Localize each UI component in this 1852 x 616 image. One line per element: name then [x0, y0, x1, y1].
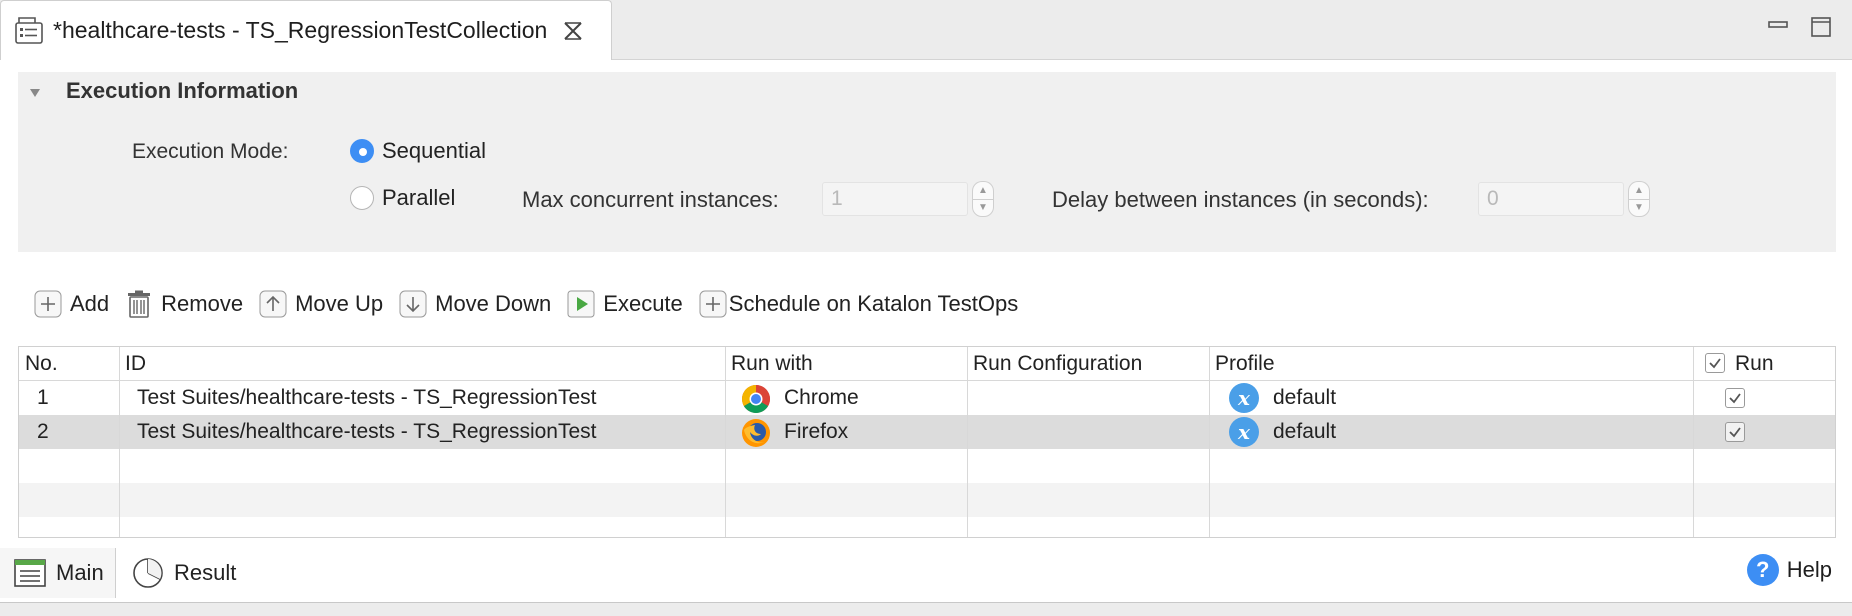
- sequential-radio-option[interactable]: Sequential: [350, 138, 486, 164]
- help-label: Help: [1786, 557, 1832, 582]
- add-label: Add: [70, 291, 110, 316]
- delay-label: Delay between instances (in seconds):: [1052, 187, 1429, 212]
- maximize-icon[interactable]: [1810, 16, 1832, 38]
- spinner-down-icon[interactable]: ▼: [1628, 198, 1650, 217]
- profile-name[interactable]: default: [1273, 381, 1336, 415]
- profile-name[interactable]: default: [1273, 415, 1336, 449]
- column-header-run-configuration[interactable]: Run Configuration: [967, 347, 1142, 381]
- close-icon[interactable]: [561, 19, 585, 43]
- firefox-icon: [742, 419, 770, 447]
- move-up-button[interactable]: Move Up: [259, 290, 383, 318]
- empty-row: [19, 483, 1835, 517]
- arrow-up-icon: [259, 290, 287, 318]
- run-all-checkbox[interactable]: [1705, 353, 1725, 373]
- schedule-testops-button[interactable]: Schedule on Katalon TestOps: [699, 290, 1018, 318]
- execution-profile-icon: x: [1229, 417, 1259, 447]
- column-divider: [1693, 347, 1694, 537]
- checkmark-icon: [1729, 393, 1741, 404]
- tab-result-label: Result: [174, 560, 237, 585]
- max-concurrent-label: Max concurrent instances:: [522, 187, 779, 212]
- editor-bottom-tabs: Main Result: [0, 548, 1852, 598]
- test-suite-collection-editor: *healthcare-tests - TS_RegressionTestCol…: [0, 0, 1852, 603]
- remove-button[interactable]: Remove: [125, 290, 243, 318]
- help-button[interactable]: ? Help: [1746, 554, 1832, 586]
- delay-input[interactable]: [1478, 182, 1624, 216]
- run-with-browser: Chrome: [784, 386, 859, 409]
- row-number: 1: [37, 386, 49, 409]
- run-with-browser: Firefox: [784, 420, 849, 443]
- delay-spinner[interactable]: ▲ ▼: [1628, 181, 1650, 217]
- test-suites-table: No. ID Run with Run Configuration Profil…: [18, 346, 1836, 538]
- checkmark-icon: [1709, 358, 1721, 369]
- execute-label: Execute: [603, 291, 683, 316]
- table-row[interactable]: 2 Test Suites/healthcare-tests - TS_Regr…: [19, 415, 1835, 449]
- spinner-up-icon[interactable]: ▲: [1628, 181, 1650, 199]
- tab-main[interactable]: Main: [0, 548, 116, 598]
- plus-icon: [34, 290, 62, 318]
- remove-label: Remove: [161, 291, 244, 316]
- tab-result[interactable]: Result: [118, 548, 248, 598]
- move-up-label: Move Up: [295, 291, 384, 316]
- run-checkbox[interactable]: [1725, 422, 1745, 442]
- minimize-icon[interactable]: [1767, 16, 1789, 38]
- column-header-run[interactable]: Run: [1729, 347, 1774, 381]
- move-down-label: Move Down: [435, 291, 552, 316]
- main-tab-icon: [14, 559, 46, 587]
- table-row[interactable]: 1 Test Suites/healthcare-tests - TS_Regr…: [19, 381, 1835, 415]
- parallel-radio-option[interactable]: Parallel: [350, 185, 455, 211]
- trash-icon: [128, 290, 151, 318]
- spinner-up-icon[interactable]: ▲: [972, 181, 994, 199]
- table-header: No. ID Run with Run Configuration Profil…: [19, 347, 1835, 381]
- column-divider: [1209, 347, 1210, 537]
- execution-information-header[interactable]: Execution Information: [28, 78, 298, 104]
- plus-icon: [699, 290, 727, 318]
- editor-tab-title: *healthcare-tests - TS_RegressionTestCol…: [53, 17, 548, 43]
- add-button[interactable]: Add: [34, 290, 109, 318]
- tab-main-label: Main: [56, 560, 104, 585]
- checkmark-icon: [1729, 427, 1741, 438]
- column-divider: [967, 347, 968, 537]
- arrow-down-icon: [399, 290, 427, 318]
- row-number: 2: [37, 420, 49, 443]
- parallel-radio[interactable]: [350, 186, 374, 210]
- execution-profile-icon: x: [1229, 383, 1259, 413]
- collapse-triangle-icon[interactable]: [28, 86, 42, 100]
- section-title: Execution Information: [66, 78, 299, 103]
- test-suite-toolbar: Add Remove Move Up Move Down Execute Sch…: [34, 286, 1034, 322]
- column-divider: [119, 347, 120, 537]
- parallel-label: Parallel: [382, 185, 456, 210]
- schedule-testops-label: Schedule on Katalon TestOps: [728, 291, 1019, 316]
- sequential-label: Sequential: [382, 138, 486, 163]
- help-icon: ?: [1746, 554, 1779, 586]
- editor-tab[interactable]: *healthcare-tests - TS_RegressionTestCol…: [0, 0, 612, 60]
- pie-chart-icon: [133, 558, 163, 588]
- max-concurrent-input[interactable]: [822, 182, 968, 216]
- sequential-radio[interactable]: [350, 139, 374, 163]
- spinner-down-icon[interactable]: ▼: [972, 198, 994, 217]
- execution-information-section: Execution Information Execution Mode: Se…: [18, 72, 1836, 252]
- test-suite-id: Test Suites/healthcare-tests - TS_Regres…: [137, 386, 597, 409]
- column-header-id[interactable]: ID: [119, 347, 146, 381]
- execute-button[interactable]: Execute: [567, 290, 683, 318]
- chrome-icon: [742, 385, 770, 413]
- column-header-profile[interactable]: Profile: [1209, 347, 1275, 381]
- test-suite-id: Test Suites/healthcare-tests - TS_Regres…: [137, 420, 597, 443]
- column-header-no[interactable]: No.: [19, 347, 58, 381]
- play-icon: [567, 290, 595, 318]
- test-suite-collection-icon: [15, 16, 43, 44]
- editor-tabbar: *healthcare-tests - TS_RegressionTestCol…: [0, 0, 1852, 60]
- column-divider: [725, 347, 726, 537]
- max-concurrent-spinner[interactable]: ▲ ▼: [972, 181, 994, 217]
- column-header-run-with[interactable]: Run with: [725, 347, 813, 381]
- run-checkbox[interactable]: [1725, 388, 1745, 408]
- execution-mode-label: Execution Mode:: [132, 140, 289, 163]
- move-down-button[interactable]: Move Down: [399, 290, 551, 318]
